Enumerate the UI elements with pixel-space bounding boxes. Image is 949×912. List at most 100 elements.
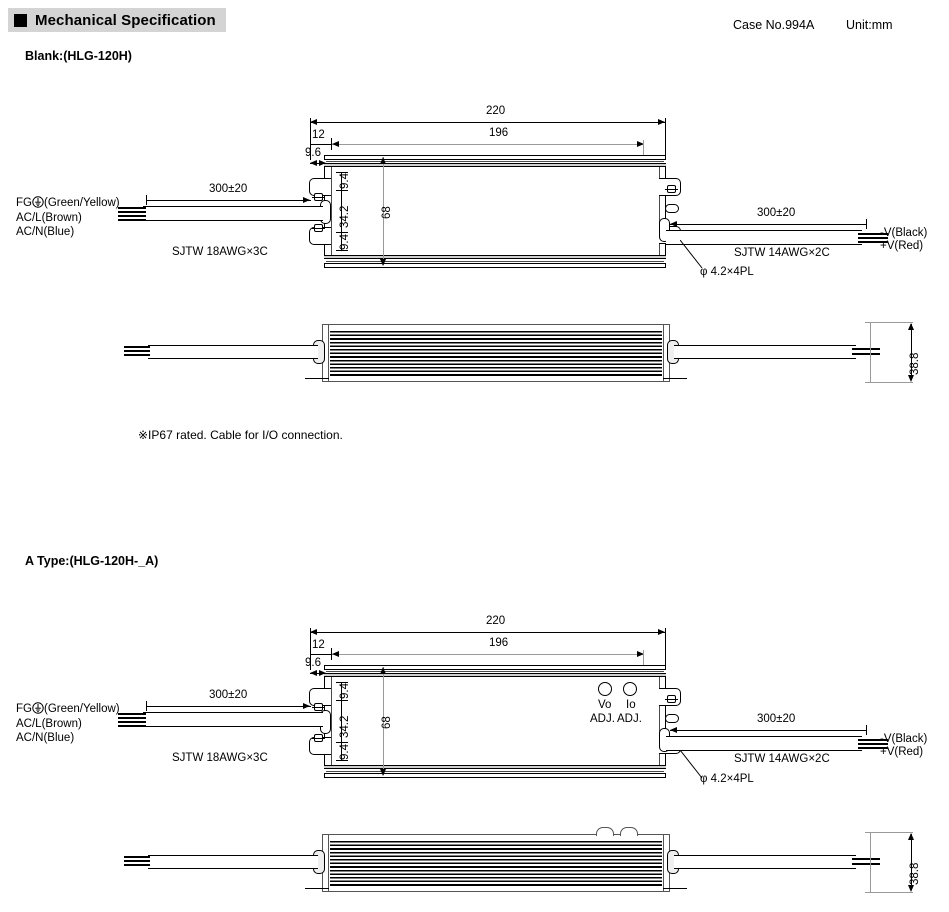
input-cable-spec: SJTW 18AWG×3C: [172, 246, 268, 258]
heatsink-fins: [330, 331, 662, 377]
a-input-wire-n-label: AC/N(Blue): [16, 732, 75, 744]
a-arrow-right-input-cable: [303, 703, 310, 709]
side-output-wire-ends-blank: [852, 346, 880, 358]
input-wire-n-label: AC/N(Blue): [16, 226, 75, 238]
a-output-wire-pos-label: +V(Red): [880, 746, 924, 758]
vo-adj-knob[interactable]: [598, 682, 612, 696]
a-case-shell-bottom-band: [324, 773, 666, 778]
side-view-blank: [322, 324, 670, 382]
vo-adj-sub: ADJ.: [590, 713, 615, 725]
a-dim-input-cable-length: 300±20: [209, 689, 248, 701]
tick-output-cable-right: [866, 219, 867, 229]
a-fg-text: FG: [16, 703, 32, 715]
a-dim-overall-length-220: 220: [486, 615, 506, 627]
a-input-cable-wire-ends: [118, 713, 146, 727]
side-view-a-type: [322, 834, 670, 892]
a-tick-output-cable-right: [866, 725, 867, 735]
vo-adj-name: Vo: [598, 699, 612, 711]
arrow-left-196: [332, 141, 339, 147]
a-case-inner-edge-left: [331, 677, 332, 765]
a-case-shell-bottom-line: [326, 771, 664, 772]
arrow-left-output-cable: [670, 221, 677, 227]
filled-square-icon: [14, 13, 27, 27]
a-dim-line-output-cable: [670, 730, 867, 731]
tick-bottom-9-4: [336, 250, 348, 251]
a-arrow-down-38-8: [908, 885, 914, 892]
a-dim-inner-width-34-2: 34.2: [339, 715, 351, 738]
a-side-input-wire-ends: [124, 856, 150, 868]
fg-color-text: (Green/Yellow): [43, 197, 120, 209]
tick-12: [331, 138, 332, 150]
a-arrow-up-38-8: [908, 833, 914, 840]
input-cable-wire-ends: [118, 207, 146, 221]
a-case-shell-top-band: [324, 665, 666, 670]
dim-edge-offset-12: 12: [312, 129, 325, 141]
input-cable-jacket: [143, 206, 323, 221]
a-tick-mid-top: [336, 700, 348, 701]
tick-mid-top: [336, 190, 348, 191]
a-arrow-left-output-cable: [670, 727, 677, 733]
a-arrow-right-220: [658, 629, 665, 635]
a-side-input-cable: [148, 855, 318, 869]
dim-input-cable-length: 300±20: [209, 183, 248, 195]
a-dim-height-38-8: 38.8: [909, 862, 921, 885]
side-input-wire-ends-blank: [124, 346, 150, 358]
io-adj-knob[interactable]: [623, 682, 637, 696]
arrow-left-220: [310, 119, 317, 125]
a-dim-tab-bottom-9-4: 9.4: [339, 744, 351, 760]
arrow-down-68: [380, 259, 386, 266]
ext-line-38-8-bottom: [865, 382, 913, 383]
section-header-bar: Mechanical Specification: [8, 8, 226, 32]
a-dim-edge-offset-12: 12: [312, 639, 325, 651]
tick-mid-bottom: [336, 232, 348, 233]
dim-tab-offset-9-6: 9.6: [305, 147, 321, 159]
a-input-cable-spec: SJTW 18AWG×3C: [172, 752, 268, 764]
dim-body-length-196: 196: [489, 127, 509, 139]
a-output-cable-spec: SJTW 14AWG×2C: [734, 753, 830, 765]
a-arrow-down-68: [380, 769, 386, 776]
case-number-label: Case No.994A: [733, 18, 815, 32]
a-input-wire-l-label: AC/L(Brown): [16, 718, 82, 730]
a-arrow-left-196: [332, 651, 339, 657]
a-type-label: A Type:(HLG-120H-_A): [25, 554, 159, 568]
side-foot-right-blank: [663, 378, 687, 379]
a-arrow-up-68: [380, 667, 386, 674]
arrow-down-38-8: [908, 375, 914, 382]
a-dim-line-220: [310, 632, 665, 633]
arrow-right-220: [658, 119, 665, 125]
tick-input-cable-left: [146, 195, 147, 205]
a-case-shell-bottom-rib: [324, 765, 666, 769]
page-title: Mechanical Specification: [35, 11, 216, 29]
case-shell-bottom-band: [324, 263, 666, 268]
a-fg-color-text: (Green/Yellow): [43, 703, 120, 715]
a-arrow-left-9-6: [310, 670, 317, 676]
side-foot-left-blank: [305, 378, 329, 379]
dim-height-38-8: 38.8: [909, 352, 921, 375]
side-io-adj-bump: [620, 827, 638, 836]
ip67-note: ※IP67 rated. Cable for I/O connection.: [138, 428, 343, 442]
ext-line-220-right: [665, 118, 666, 160]
a-dim-line-196: [332, 654, 643, 655]
a-tick-bottom-9-4: [336, 760, 348, 761]
dim-output-cable-length: 300±20: [757, 207, 796, 219]
a-side-foot-left: [305, 888, 329, 889]
a-arrow-left-220: [310, 629, 317, 635]
gland-slot-right: [665, 204, 679, 213]
ext-line-38-8-top: [865, 322, 913, 323]
a-mount-hole-top-left-cross: [312, 707, 325, 708]
a-mount-hole-bottom-left-cross: [312, 738, 325, 739]
a-dim-output-cable-length: 300±20: [757, 713, 796, 725]
a-dim-body-length-196: 196: [489, 637, 509, 649]
ref-line-38-8-left: [870, 322, 871, 382]
a-ext-line-38-8-top: [865, 832, 913, 833]
case-body-top-view: [324, 167, 666, 255]
a-dim-tab-top-9-4: 9.4: [339, 683, 351, 699]
a-side-foot-right: [663, 888, 687, 889]
dim-overall-width-68: 68: [381, 206, 393, 219]
a-side-output-cable: [674, 855, 856, 869]
arrow-right-input-cable: [303, 197, 310, 203]
dim-line-output-cable: [670, 224, 867, 225]
a-tick-mid-bottom: [336, 742, 348, 743]
case-shell-bottom-rib: [324, 255, 666, 259]
a-dim-line-12: [310, 654, 332, 655]
